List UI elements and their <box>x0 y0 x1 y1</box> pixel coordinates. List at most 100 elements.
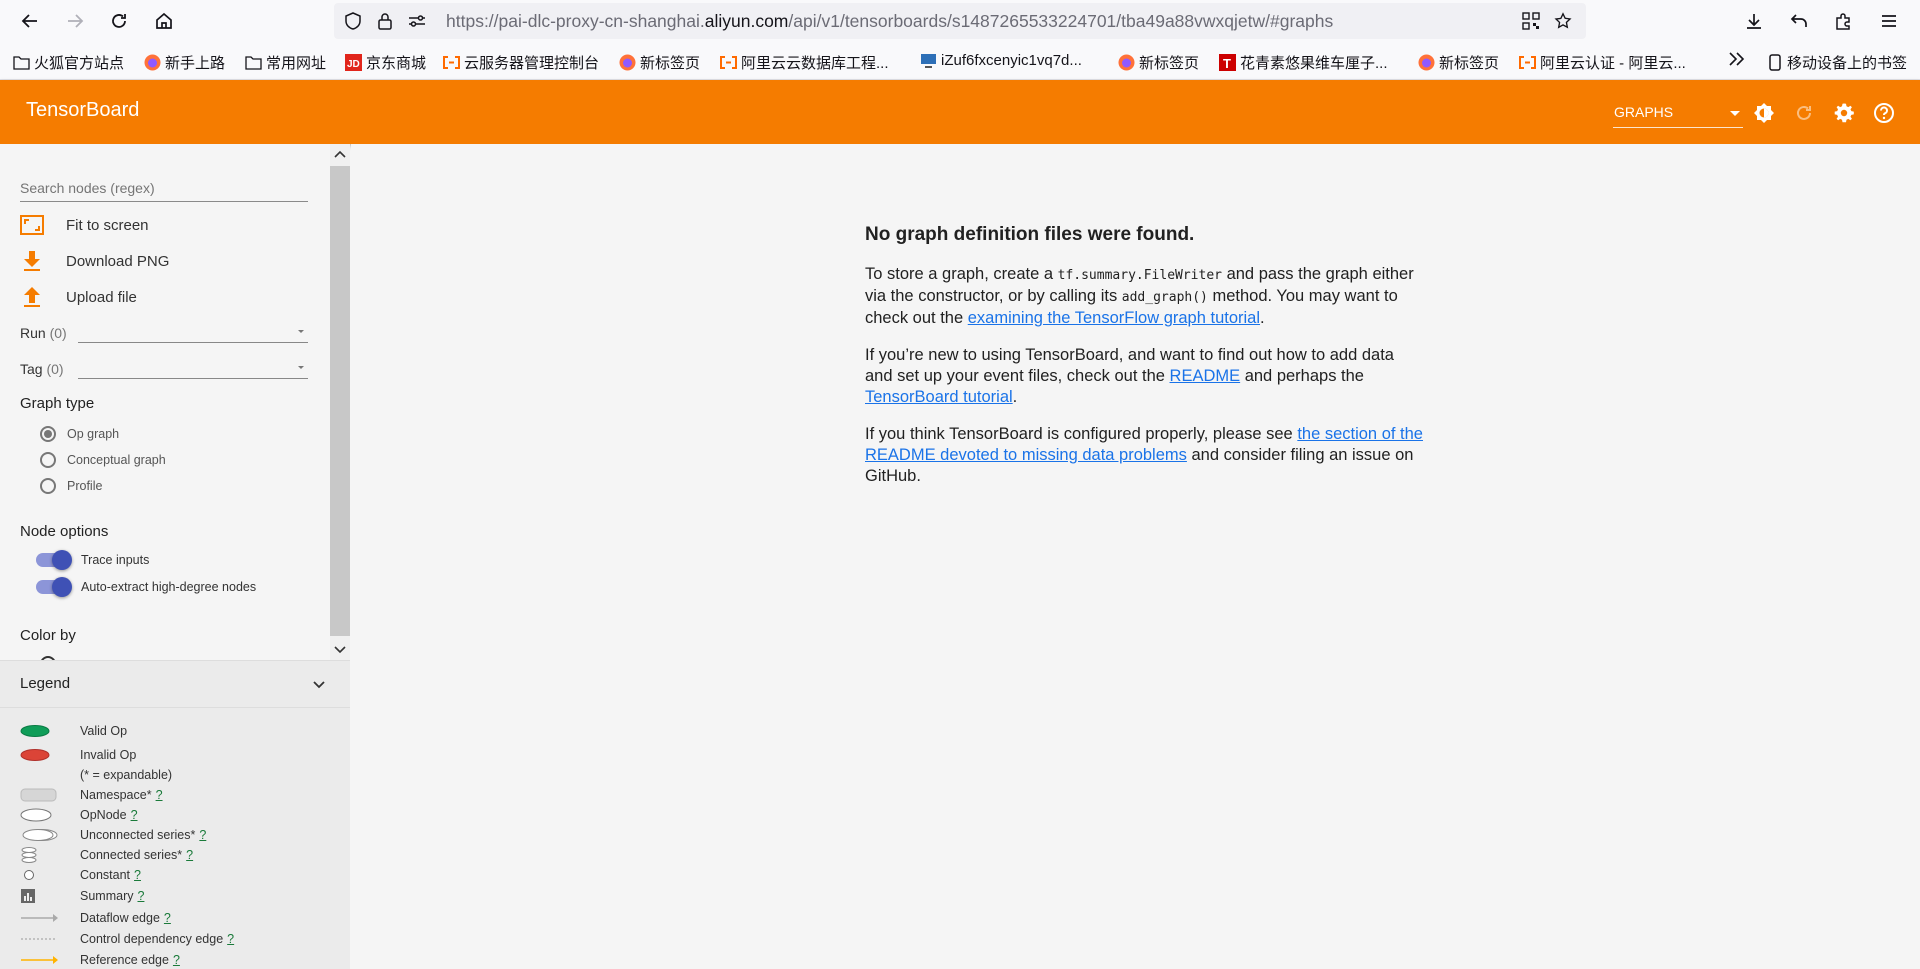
run-dropdown[interactable] <box>78 321 308 343</box>
help-link[interactable]: ? <box>199 828 206 842</box>
bookmark-item[interactable]: 新标签页 <box>1118 52 1199 73</box>
radio-icon <box>40 478 56 494</box>
firefox-icon <box>1118 54 1135 71</box>
scrollbar-thumb[interactable] <box>330 166 350 636</box>
readme-link[interactable]: README <box>1170 367 1241 385</box>
tensorboard-tutorial-link[interactable]: TensorBoard tutorial <box>865 388 1013 406</box>
tensorboard-header: TensorBoard GRAPHS <box>0 80 1920 144</box>
url-text[interactable]: https://pai-dlc-proxy-cn-shanghai.aliyun… <box>446 11 1333 32</box>
aliyun-icon <box>1519 54 1536 71</box>
back-icon[interactable] <box>17 8 43 34</box>
dashboard-select[interactable]: GRAPHS <box>1613 102 1743 128</box>
bookmark-item[interactable]: JD 京东商城 <box>345 52 426 73</box>
legend-item: Dataflow edge? <box>20 909 340 927</box>
legend-item: Reference edge? <box>20 951 340 969</box>
qr-code-icon[interactable] <box>1522 12 1540 30</box>
more-bookmarks-icon[interactable] <box>1728 52 1746 66</box>
toggle-auto-extract[interactable]: Auto-extract high-degree nodes <box>36 577 256 597</box>
tag-dropdown[interactable] <box>78 357 308 379</box>
aliyun-icon <box>443 54 460 71</box>
home-icon[interactable] <box>151 8 177 34</box>
theme-toggle-icon[interactable] <box>1752 101 1776 125</box>
url-bar[interactable]: https://pai-dlc-proxy-cn-shanghai.aliyun… <box>334 3 1586 39</box>
help-link[interactable]: ? <box>173 953 180 967</box>
opnode-icon <box>20 806 60 824</box>
legend-item: Valid Op <box>20 722 340 740</box>
jd-icon: JD <box>345 54 362 71</box>
no-data-message: No graph definition files were found. To… <box>865 224 1425 503</box>
bookmark-item[interactable]: 火狐官方站点 <box>13 52 124 73</box>
bookmark-item[interactable]: T 花青素悠果维车厘子... <box>1219 52 1388 73</box>
toggle-switch[interactable] <box>36 550 72 570</box>
namespace-icon <box>20 786 60 804</box>
bookmark-item[interactable]: 阿里云云数据库工程... <box>720 52 889 73</box>
legend-item: Control dependency edge? <box>20 930 340 948</box>
bookmark-item[interactable]: 云服务器管理控制台 <box>443 52 599 73</box>
run-label: Run (0) <box>20 325 67 341</box>
lock-icon[interactable] <box>376 12 394 30</box>
help-link[interactable]: ? <box>137 889 144 903</box>
valid-op-icon <box>20 722 60 740</box>
legend-header[interactable]: Legend <box>0 660 350 708</box>
tag-label: Tag (0) <box>20 361 64 377</box>
legend-item: Namespace*? <box>20 786 340 804</box>
fit-to-screen-button[interactable]: Fit to screen <box>20 213 149 237</box>
bookmarks-bar: 火狐官方站点 新手上路 常用网址 JD 京东商城 云服务器管理控制台 新标签页 阿… <box>0 42 1920 80</box>
help-link[interactable]: ? <box>164 911 171 925</box>
legend-item: Unconnected series*? <box>20 826 340 844</box>
mobile-bookmarks[interactable]: 移动设备上的书签 <box>1766 52 1907 73</box>
node-options-title: Node options <box>20 523 109 540</box>
upload-file-button[interactable]: Upload file <box>20 285 137 309</box>
help-link[interactable]: ? <box>186 848 193 862</box>
search-nodes-input[interactable]: Search nodes (regex) <box>20 178 308 202</box>
dataflow-edge-icon <box>20 909 60 927</box>
scroll-down-icon[interactable] <box>334 644 346 656</box>
downloads-icon[interactable] <box>1741 8 1767 34</box>
upload-icon <box>20 285 44 309</box>
help-link[interactable]: ? <box>156 788 163 802</box>
toggle-switch[interactable] <box>36 577 72 597</box>
help-icon[interactable] <box>1872 101 1896 125</box>
bookmark-item[interactable]: iZuf6fxcenyic1vq7d... <box>920 52 1082 69</box>
radio-op-graph[interactable]: Op graph <box>40 426 119 442</box>
help-link[interactable]: ? <box>131 808 138 822</box>
radio-profile[interactable]: Profile <box>40 478 102 494</box>
folder-icon <box>13 54 30 71</box>
help-link[interactable]: ? <box>227 932 234 946</box>
chevron-down-icon[interactable] <box>312 678 326 692</box>
radio-conceptual-graph[interactable]: Conceptual graph <box>40 452 166 468</box>
bookmark-item[interactable]: 新手上路 <box>144 52 225 73</box>
browser-toolbar: https://pai-dlc-proxy-cn-shanghai.aliyun… <box>0 0 1920 42</box>
shield-icon[interactable] <box>344 12 362 30</box>
invalid-op-icon <box>20 746 60 764</box>
settings-gear-icon[interactable] <box>1832 101 1856 125</box>
bookmark-item[interactable]: 阿里云认证 - 阿里云... <box>1519 52 1686 73</box>
graph-tutorial-link[interactable]: examining the TensorFlow graph tutorial <box>968 309 1260 327</box>
app-title: TensorBoard <box>26 99 140 121</box>
help-link[interactable]: ? <box>134 868 141 882</box>
svg-text:JD: JD <box>347 59 360 70</box>
undo-icon[interactable] <box>1786 8 1812 34</box>
bookmark-item[interactable]: 新标签页 <box>619 52 700 73</box>
forward-icon[interactable] <box>62 8 88 34</box>
refresh-icon[interactable] <box>1792 101 1816 125</box>
legend-item: Constant? <box>20 866 340 884</box>
bookmark-item[interactable]: 新标签页 <box>1418 52 1499 73</box>
no-data-paragraph: To store a graph, create a tf.summary.Fi… <box>865 265 1414 327</box>
upload-file-label: Upload file <box>66 288 137 306</box>
extensions-icon[interactable] <box>1830 8 1856 34</box>
download-png-button[interactable]: Download PNG <box>20 249 169 273</box>
toggle-trace-inputs[interactable]: Trace inputs <box>36 550 149 570</box>
graph-canvas: No graph definition files were found. To… <box>351 144 1920 969</box>
scroll-up-icon[interactable] <box>334 148 346 160</box>
reload-icon[interactable] <box>106 8 132 34</box>
monitor-icon <box>920 52 937 69</box>
menu-icon[interactable] <box>1876 8 1902 34</box>
bookmark-star-icon[interactable] <box>1554 12 1572 30</box>
aliyun-icon <box>720 54 737 71</box>
radio-selected-icon <box>40 426 56 442</box>
folder-icon <box>245 54 262 71</box>
bookmark-item[interactable]: 常用网址 <box>245 52 326 73</box>
permissions-icon[interactable] <box>408 12 426 30</box>
constant-icon <box>20 866 60 884</box>
